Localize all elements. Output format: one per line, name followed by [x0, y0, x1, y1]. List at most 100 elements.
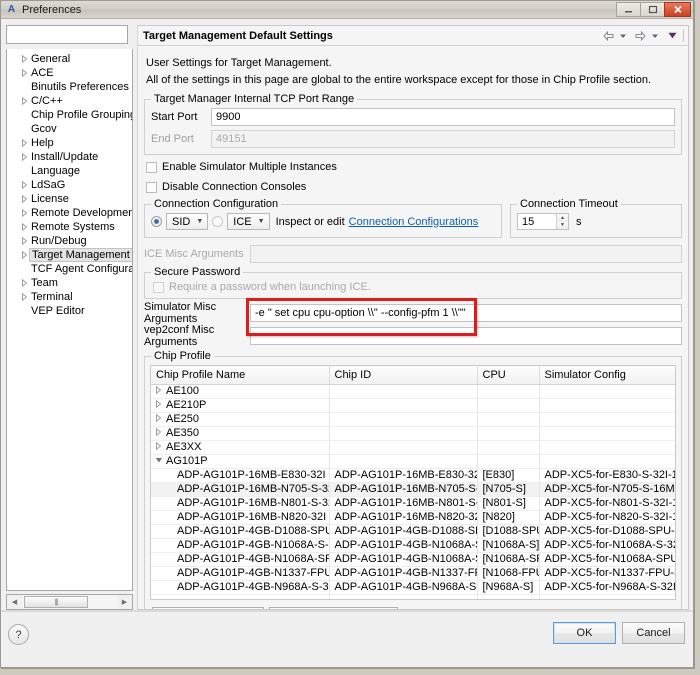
column-header-cpu[interactable]: CPU: [477, 366, 540, 385]
expand-arrow-icon[interactable]: [19, 222, 29, 232]
sidebar-item-target-management-defa[interactable]: Target Management Defa: [7, 248, 132, 262]
enable-sim-multi-row[interactable]: Enable Simulator Multiple Instances: [146, 159, 682, 175]
preferences-tree[interactable]: General ACE Binutils Preferences C/C++ Chip …: [6, 49, 133, 591]
expand-arrow-icon[interactable]: [19, 138, 29, 148]
expand-arrow-icon[interactable]: [19, 208, 29, 218]
expand-triangle-icon[interactable]: [155, 385, 164, 397]
column-header-chip-id[interactable]: Chip ID: [329, 366, 478, 385]
sidebar-item-help[interactable]: Help: [7, 136, 132, 150]
sidebar-item-chip-profile-grouping[interactable]: Chip Profile Grouping: [7, 108, 132, 122]
sidebar-item-general[interactable]: General: [7, 52, 132, 66]
sidebar-item-team[interactable]: Team: [7, 276, 132, 290]
filter-input[interactable]: [6, 25, 128, 44]
front-end-selection-button[interactable]: Front-end Selection: [152, 607, 264, 609]
page-title-bar: Target Management Default Settings: [138, 26, 688, 46]
disable-conn-consoles-row[interactable]: Disable Connection Consoles: [146, 179, 682, 195]
table-row[interactable]: ADP-AG101P-4GB-N1337-FPU-32IADP-AG101P-4…: [151, 566, 675, 581]
sidebar-item-ldsag[interactable]: LdSaG: [7, 178, 132, 192]
cell-simulator-config: ADP-XC5-for-N1068A-SPU-32I.vep: [539, 552, 675, 567]
table-row[interactable]: ADP-AG101P-16MB-E830-32I ADP-AG101P-16MB-…: [151, 468, 675, 483]
radio-ice[interactable]: [212, 216, 224, 227]
disable-conn-consoles-checkbox[interactable]: [146, 181, 157, 193]
table-row[interactable]: ADP-AG101P-4GB-D1088-SPU-32IADP-AG101P-4…: [151, 524, 675, 539]
sidebar-item-install-update[interactable]: Install/Update: [7, 150, 132, 164]
expand-arrow-icon[interactable]: [19, 152, 29, 162]
sidebar-item-remote-development[interactable]: Remote Development: [7, 206, 132, 220]
simulator-misc-arguments-input[interactable]: [250, 303, 682, 322]
help-icon[interactable]: ?: [8, 624, 29, 645]
column-header-chip-profile-name[interactable]: Chip Profile Name: [151, 366, 330, 385]
expand-arrow-icon[interactable]: [19, 250, 29, 260]
expand-triangle-icon[interactable]: [155, 427, 164, 439]
forward-dropdown-icon[interactable]: [648, 28, 661, 43]
sidebar-item-terminal[interactable]: Terminal: [7, 290, 132, 304]
enable-sim-multi-checkbox[interactable]: [146, 161, 157, 173]
sidebar-item-gcov[interactable]: Gcov: [7, 122, 132, 136]
table-row[interactable]: AG101P: [151, 454, 675, 469]
sidebar-item-tcf-agent-configurations[interactable]: TCF Agent Configurations: [7, 262, 132, 276]
forward-arrow-icon[interactable]: [634, 28, 647, 43]
sidebar-item-remote-systems[interactable]: Remote Systems: [7, 220, 132, 234]
expand-arrow-icon[interactable]: [19, 68, 29, 78]
collapse-triangle-icon[interactable]: [155, 455, 164, 467]
close-button[interactable]: [664, 2, 691, 17]
maximize-button[interactable]: [640, 2, 665, 17]
sidebar-item-language[interactable]: Language: [7, 164, 132, 178]
view-menu-icon[interactable]: [666, 28, 679, 43]
stepper-down-icon[interactable]: ▼: [557, 221, 568, 229]
cancel-button[interactable]: Cancel: [622, 622, 685, 644]
sid-combo[interactable]: SID ▼: [166, 213, 209, 230]
stepper-buttons[interactable]: ▲ ▼: [556, 214, 568, 229]
expand-arrow-icon[interactable]: [19, 278, 29, 288]
table-row[interactable]: ADP-AG101P-16MB-N801-S-32I ADP-AG101P-16M…: [151, 496, 675, 511]
back-arrow-icon[interactable]: [602, 28, 615, 43]
cell-text: AE3XX: [166, 440, 202, 453]
scroll-left-icon[interactable]: ◀: [7, 595, 22, 609]
scroll-track[interactable]: |||: [22, 595, 117, 609]
table-row[interactable]: ADP-AG101P-4GB-N1068A-SPU-32IADP-AG101P-…: [151, 552, 675, 567]
table-row[interactable]: ADP-AG101P-4GB-N1068A-S-32I ADP-AG101P-4G…: [151, 538, 675, 553]
minimize-button[interactable]: [616, 2, 641, 17]
expand-triangle-icon[interactable]: [155, 441, 164, 453]
scroll-right-icon[interactable]: ▶: [117, 595, 132, 609]
sidebar-item-vep-editor[interactable]: VEP Editor: [7, 304, 132, 318]
sidebar-item-license[interactable]: License: [7, 192, 132, 206]
expand-arrow-icon[interactable]: [19, 292, 29, 302]
cell-chip-id: [329, 384, 478, 399]
scroll-thumb[interactable]: |||: [24, 596, 88, 608]
table-row[interactable]: AE250: [151, 412, 675, 427]
expand-arrow-icon[interactable]: [19, 236, 29, 246]
table-row[interactable]: AE3XX: [151, 440, 675, 455]
table-row[interactable]: ADP-AG101P-16MB-N820-32I ADP-AG101P-16MB-…: [151, 510, 675, 525]
column-header-simulator-config[interactable]: Simulator Config: [539, 366, 675, 385]
stepper-up-icon[interactable]: ▲: [557, 214, 568, 222]
expand-arrow-icon[interactable]: [19, 54, 29, 64]
expand-arrow-icon[interactable]: [19, 180, 29, 190]
start-port-input[interactable]: [211, 107, 675, 126]
vep2conf-misc-arguments-input[interactable]: [250, 326, 682, 345]
table-row[interactable]: AE350: [151, 426, 675, 441]
chip-profile-table-wrapper[interactable]: Chip Profile Name Chip ID CPU Simulator …: [150, 365, 676, 600]
table-row[interactable]: AE210P: [151, 398, 675, 413]
table-row[interactable]: ADP-AG101P-4GB-N968A-S-32I ADP-AG101P-4GB…: [151, 580, 675, 595]
connection-configurations-link[interactable]: Connection Configurations: [349, 216, 479, 228]
table-row[interactable]: ADP-AG101P-16MB-N705-S-32I ADP-AG101P-16M…: [151, 482, 675, 497]
radio-sid[interactable]: [151, 216, 162, 227]
sidebar-horizontal-scrollbar[interactable]: ◀ ||| ▶: [6, 594, 133, 610]
sidebar-item-label: ACE: [31, 67, 54, 79]
sidebar-item-c-c[interactable]: C/C++: [7, 94, 132, 108]
ice-combo[interactable]: ICE ▼: [227, 213, 270, 230]
expand-triangle-icon[interactable]: [155, 399, 164, 411]
setup-memory-latency-button[interactable]: Setup Memory Latency: [269, 607, 399, 609]
sidebar-item-run-debug[interactable]: Run/Debug: [7, 234, 132, 248]
sidebar-item-binutils-preferences[interactable]: Binutils Preferences: [7, 80, 132, 94]
table-row[interactable]: AE100: [151, 384, 675, 399]
expand-arrow-icon[interactable]: [19, 194, 29, 204]
ok-button[interactable]: OK: [553, 622, 616, 644]
connection-timeout-stepper[interactable]: 15 ▲ ▼: [517, 213, 569, 230]
expand-arrow-icon[interactable]: [19, 96, 29, 106]
expand-triangle-icon[interactable]: [155, 413, 164, 425]
sidebar-item-ace[interactable]: ACE: [7, 66, 132, 80]
back-dropdown-icon[interactable]: [616, 28, 629, 43]
